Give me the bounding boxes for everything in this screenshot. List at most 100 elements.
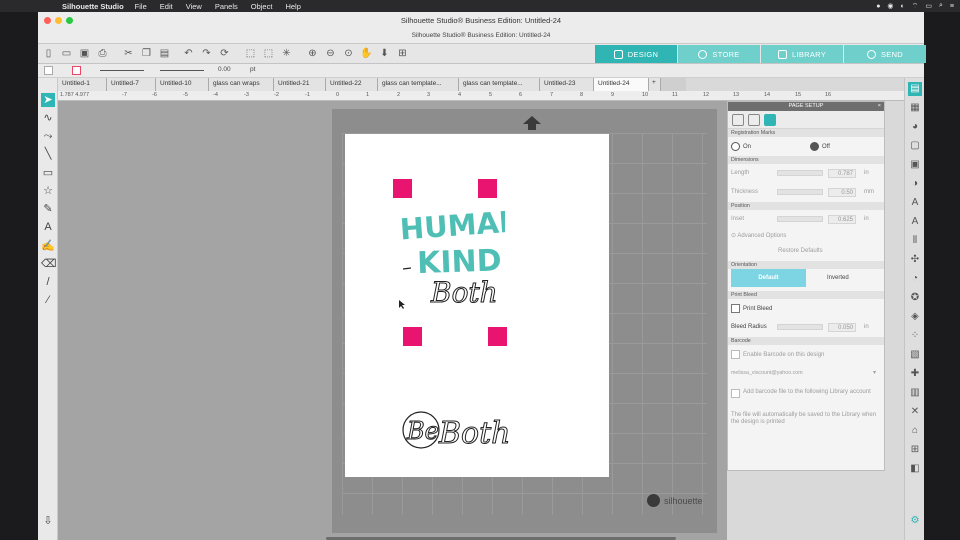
be-both-design[interactable]: Be Both [395, 386, 525, 466]
restore-defaults-button[interactable]: Restore Defaults [728, 245, 884, 261]
redraw-icon[interactable]: ⟳ [218, 47, 231, 60]
print-cut-icon[interactable]: ◧ [908, 462, 922, 476]
registration-tab-icon[interactable] [764, 114, 776, 126]
line-color-swatch[interactable] [72, 66, 81, 75]
transparency-icon[interactable]: ◑ [908, 177, 922, 191]
menu-edit[interactable]: Edit [160, 2, 173, 11]
eraser-panel-icon[interactable]: ✕ [908, 405, 922, 419]
registration-mark[interactable] [403, 327, 422, 346]
doc-tab[interactable]: Untitled-21 [274, 78, 326, 91]
doc-tab[interactable]: Untitled-7 [107, 78, 156, 91]
rhinestone-icon[interactable]: ⁘ [908, 329, 922, 343]
length-field[interactable]: 0.787 [828, 169, 856, 178]
media-tab-icon[interactable] [732, 114, 744, 126]
settings-icon[interactable]: ⚙ [908, 514, 922, 528]
tab-send[interactable]: SEND [844, 45, 926, 63]
select-tool-icon[interactable]: ➤ [41, 93, 55, 107]
battery-icon[interactable]: ▭ [925, 2, 932, 10]
rectangle-tool-icon[interactable]: ▭ [41, 166, 55, 180]
orientation-default-button[interactable]: Default [731, 269, 806, 287]
menu-object[interactable]: Object [251, 2, 273, 11]
trace-icon[interactable]: ◈ [908, 310, 922, 324]
account-select[interactable]: melissa_viscount@yahoo.com ▾ [728, 364, 884, 384]
text-tool-icon[interactable]: A [41, 220, 55, 234]
registration-mark[interactable] [478, 179, 497, 198]
zoom-out-icon[interactable]: ⊖ [324, 47, 337, 60]
add-icon[interactable]: ⊞ [396, 47, 409, 60]
registration-off-radio[interactable] [810, 142, 819, 151]
registration-on-radio[interactable] [731, 142, 740, 151]
menu-help[interactable]: Help [285, 2, 300, 11]
select-all-icon[interactable]: ⬚ [244, 47, 257, 60]
grid-icon[interactable]: ▦ [908, 101, 922, 115]
new-file-icon[interactable]: ▯ [42, 47, 55, 60]
align-icon[interactable]: ⫴ [908, 234, 922, 248]
advanced-options-row[interactable]: ⊙ Advanced Options [728, 229, 884, 245]
offset-icon[interactable]: ✪ [908, 291, 922, 305]
deselect-icon[interactable]: ⬚ [262, 47, 275, 60]
doc-tab[interactable]: glass can wraps [209, 78, 274, 91]
search-icon[interactable]: ⌕ [939, 2, 943, 10]
status-icon[interactable]: ◉ [887, 2, 893, 10]
bleed-radius-slider[interactable] [777, 324, 823, 330]
eyedropper-tool-icon[interactable]: ⁄ [41, 293, 55, 307]
undo-icon[interactable]: ↶ [182, 47, 195, 60]
modify-icon[interactable]: ◔ [908, 272, 922, 286]
pen-tool-icon[interactable]: ✎ [41, 202, 55, 216]
line-join-select[interactable] [160, 70, 204, 71]
print-icon[interactable]: ⎙ [96, 47, 109, 60]
fill-color-swatch[interactable] [44, 66, 53, 75]
knife-tool-icon[interactable]: / [41, 275, 55, 289]
print-bleed-checkbox[interactable] [731, 304, 740, 313]
replicate-icon[interactable]: ✣ [908, 253, 922, 267]
cut-icon[interactable]: ✂ [122, 47, 135, 60]
copy-icon[interactable]: ❐ [140, 47, 153, 60]
lasso-tool-icon[interactable]: ∿ [41, 111, 55, 125]
control-center-icon[interactable]: ≡ [950, 3, 954, 10]
menu-file[interactable]: File [135, 2, 147, 11]
fill-color-icon[interactable]: ◕ [908, 120, 922, 134]
zoom-in-icon[interactable]: ⊕ [306, 47, 319, 60]
page-area[interactable]: HUMAN KIND Both Be Both [345, 134, 609, 477]
panel-close-button[interactable]: × [878, 102, 881, 111]
thickness-slider[interactable] [777, 189, 823, 195]
eraser-tool-icon[interactable]: ⌫ [41, 257, 57, 271]
line-width-value[interactable]: 0.00 [218, 66, 231, 73]
sketch-icon[interactable]: ▧ [908, 348, 922, 362]
length-slider[interactable] [777, 170, 823, 176]
status-icon[interactable]: ● [876, 3, 880, 10]
grid-tab-icon[interactable] [748, 114, 760, 126]
doc-tab[interactable]: glass can template... [378, 78, 459, 91]
point-edit-tool-icon[interactable]: ⤳ [41, 129, 55, 143]
line-color-icon[interactable]: ▢ [908, 139, 922, 153]
fit-page-icon[interactable]: ⬇ [378, 47, 391, 60]
puzzle-icon[interactable]: ✚ [908, 367, 922, 381]
paste-icon[interactable]: ▤ [158, 47, 171, 60]
registration-mark[interactable] [488, 327, 507, 346]
zoom-select-icon[interactable]: ⊙ [342, 47, 355, 60]
page-setup-icon[interactable]: ▤ [908, 82, 922, 96]
redo-icon[interactable]: ↷ [200, 47, 213, 60]
library-panel-icon[interactable]: ▥ [908, 386, 922, 400]
inset-field[interactable]: 0.625 [828, 215, 856, 224]
bleed-radius-field[interactable]: 0.050 [828, 323, 856, 332]
save-icon[interactable]: ▣ [78, 47, 91, 60]
status-icon[interactable]: ◐ [901, 3, 905, 10]
doc-tab[interactable]: Untitled-10 [156, 78, 209, 91]
nesting-icon[interactable]: ⌂ [908, 424, 922, 438]
drag-view-icon[interactable]: ✋ [360, 47, 373, 60]
orientation-inverted-button[interactable]: Inverted [827, 275, 849, 281]
draw-tool-icon[interactable]: ✍ [41, 239, 55, 253]
doc-tab[interactable]: Untitled-22 [326, 78, 378, 91]
doc-tab[interactable]: glass can template... [459, 78, 540, 91]
thickness-field[interactable]: 0.50 [828, 188, 856, 197]
text-to-path-icon[interactable]: A [908, 215, 922, 229]
wifi-icon[interactable]: ⌔ [912, 2, 919, 11]
pixscan-icon[interactable]: ⊞ [908, 443, 922, 457]
doc-tab[interactable]: Untitled-23 [540, 78, 594, 91]
doc-tab-active[interactable]: Untitled-24 [594, 78, 649, 91]
menu-panels[interactable]: Panels [215, 2, 238, 11]
tab-design[interactable]: DESIGN [595, 45, 677, 63]
line-style-select[interactable] [100, 70, 144, 71]
load-arrow-icon[interactable] [522, 115, 542, 131]
